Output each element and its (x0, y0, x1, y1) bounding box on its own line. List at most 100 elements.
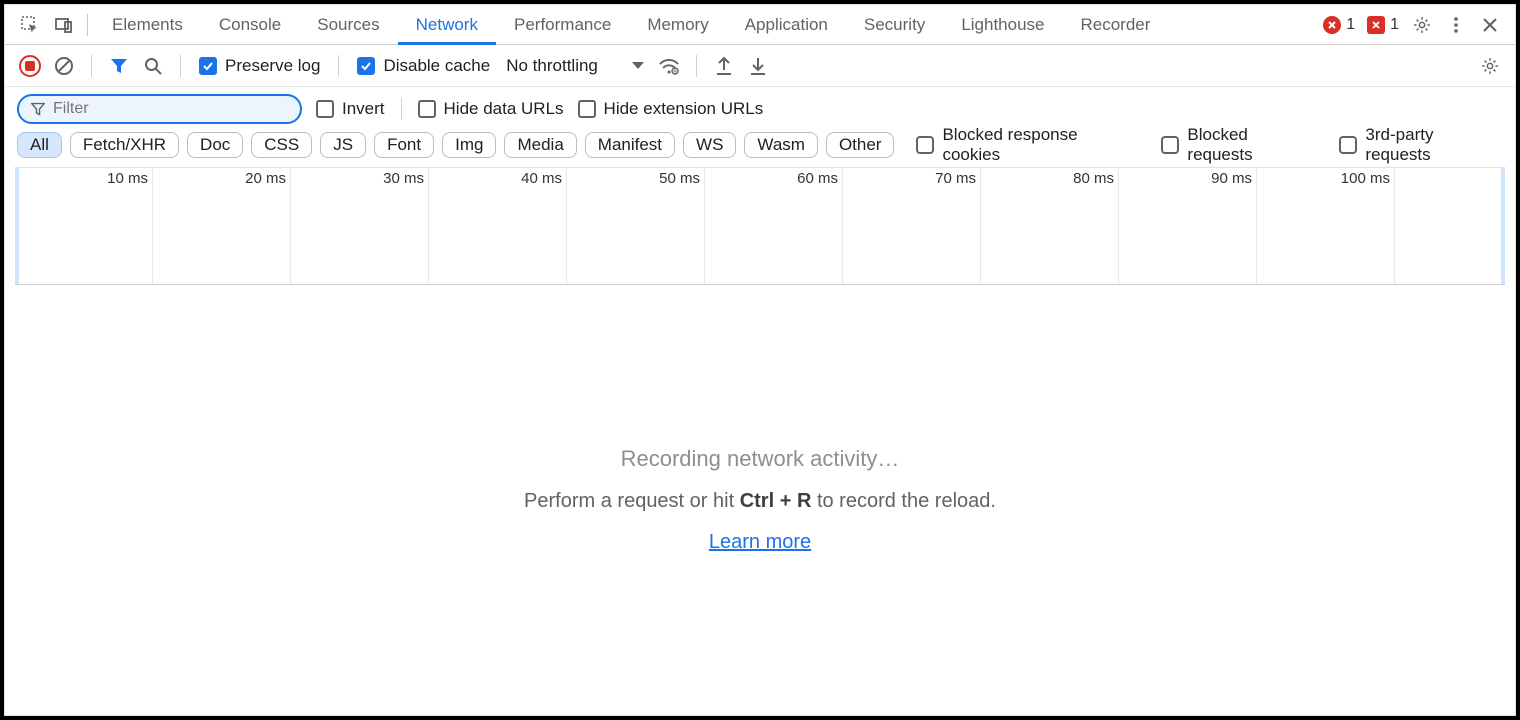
devtools-window: Elements Console Sources Network Perform… (4, 4, 1516, 716)
checkbox-checked-icon (199, 57, 217, 75)
empty-state: Recording network activity… Perform a re… (5, 285, 1515, 715)
checkbox-label: Disable cache (383, 56, 490, 76)
device-toolbar-icon[interactable] (47, 8, 81, 42)
tab-label: Recorder (1081, 15, 1151, 35)
tab-label: Elements (112, 15, 183, 35)
checkbox-empty-icon (1161, 136, 1179, 154)
throttling-select[interactable]: No throttling (506, 56, 644, 76)
disable-cache-checkbox[interactable]: Disable cache (357, 56, 490, 76)
main-tabstrip: Elements Console Sources Network Perform… (5, 5, 1515, 45)
issues-icon (1367, 16, 1385, 34)
filter-icon[interactable] (104, 51, 134, 81)
type-pill-js[interactable]: JS (320, 132, 366, 158)
checkbox-empty-icon (916, 136, 934, 154)
blocked-response-cookies-checkbox[interactable]: Blocked response cookies (916, 125, 1139, 165)
hide-data-urls-checkbox[interactable]: Hide data URLs (418, 99, 564, 119)
tab-label: Sources (317, 15, 379, 35)
type-pill-css[interactable]: CSS (251, 132, 312, 158)
tab-console[interactable]: Console (201, 5, 299, 44)
tab-recorder[interactable]: Recorder (1063, 5, 1169, 44)
type-pill-media[interactable]: Media (504, 132, 576, 158)
tab-network[interactable]: Network (398, 5, 496, 44)
type-pill-wasm[interactable]: Wasm (744, 132, 818, 158)
type-pill-all[interactable]: All (17, 132, 62, 158)
tab-label: Memory (647, 15, 708, 35)
filter-input[interactable] (53, 100, 288, 118)
timeline-tick: 100 ms (1341, 170, 1390, 187)
type-pill-doc[interactable]: Doc (187, 132, 243, 158)
network-toolbar: Preserve log Disable cache No throttling (5, 45, 1515, 87)
timeline-handle-right[interactable] (1501, 168, 1505, 284)
timeline-tick: 50 ms (659, 170, 700, 187)
checkbox-empty-icon (316, 100, 334, 118)
type-pill-ws[interactable]: WS (683, 132, 736, 158)
funnel-icon (31, 102, 45, 116)
type-pill-fetch-xhr[interactable]: Fetch/XHR (70, 132, 179, 158)
learn-more-link[interactable]: Learn more (709, 531, 811, 554)
search-icon[interactable] (138, 51, 168, 81)
record-button[interactable] (15, 51, 45, 81)
filter-bar: Invert Hide data URLs Hide extension URL… (5, 87, 1515, 127)
tab-label: Performance (514, 15, 611, 35)
tab-label: Network (416, 15, 478, 35)
tab-application[interactable]: Application (727, 5, 846, 44)
settings-icon[interactable] (1405, 8, 1439, 42)
blocked-requests-checkbox[interactable]: Blocked requests (1161, 125, 1317, 165)
tab-elements[interactable]: Elements (94, 5, 201, 44)
type-pill-font[interactable]: Font (374, 132, 434, 158)
export-har-icon[interactable] (743, 51, 773, 81)
tab-performance[interactable]: Performance (496, 5, 629, 44)
checkbox-label: Blocked response cookies (942, 125, 1139, 165)
checkbox-label: Hide extension URLs (604, 99, 764, 119)
timeline-tick: 30 ms (383, 170, 424, 187)
checkbox-empty-icon (418, 100, 436, 118)
issues-count[interactable]: 1 (1367, 16, 1399, 34)
tab-memory[interactable]: Memory (629, 5, 726, 44)
timeline-grid: 10 ms 20 ms 30 ms 40 ms 50 ms 60 ms 70 m… (15, 168, 1505, 284)
network-conditions-icon[interactable] (654, 51, 684, 81)
inspect-element-icon[interactable] (13, 8, 47, 42)
empty-hint-pre: Perform a request or hit (524, 490, 740, 512)
empty-hint: Perform a request or hit Ctrl + R to rec… (524, 490, 996, 513)
divider (180, 55, 181, 77)
checkbox-label: Blocked requests (1187, 125, 1317, 165)
tab-lighthouse[interactable]: Lighthouse (943, 5, 1062, 44)
tab-label: Lighthouse (961, 15, 1044, 35)
timeline-tick: 40 ms (521, 170, 562, 187)
request-type-filter: All Fetch/XHR Doc CSS JS Font Img Media … (5, 127, 1515, 167)
checkbox-label: Invert (342, 99, 385, 119)
error-count[interactable]: 1 (1323, 16, 1355, 34)
divider (338, 55, 339, 77)
filter-input-wrapper[interactable] (17, 94, 302, 124)
checkbox-empty-icon (578, 100, 596, 118)
timeline-tick: 70 ms (935, 170, 976, 187)
throttling-value: No throttling (506, 56, 598, 76)
more-icon[interactable] (1439, 8, 1473, 42)
hide-extension-urls-checkbox[interactable]: Hide extension URLs (578, 99, 764, 119)
tab-sources[interactable]: Sources (299, 5, 397, 44)
tab-security[interactable]: Security (846, 5, 943, 44)
clear-icon[interactable] (49, 51, 79, 81)
third-party-requests-checkbox[interactable]: 3rd-party requests (1339, 125, 1503, 165)
preserve-log-checkbox[interactable]: Preserve log (199, 56, 320, 76)
type-pill-img[interactable]: Img (442, 132, 496, 158)
type-pill-other[interactable]: Other (826, 132, 895, 158)
divider (401, 98, 402, 120)
empty-heading: Recording network activity… (621, 446, 900, 472)
error-count-value: 1 (1346, 16, 1355, 34)
panel-tabs: Elements Console Sources Network Perform… (94, 5, 1168, 44)
timeline-tick: 20 ms (245, 170, 286, 187)
type-pill-manifest[interactable]: Manifest (585, 132, 675, 158)
error-icon (1323, 16, 1341, 34)
checkbox-empty-icon (1339, 136, 1357, 154)
divider (696, 55, 697, 77)
timeline-tick: 10 ms (107, 170, 148, 187)
network-settings-icon[interactable] (1475, 51, 1505, 81)
tab-label: Application (745, 15, 828, 35)
close-icon[interactable] (1473, 8, 1507, 42)
timeline-overview[interactable]: 10 ms 20 ms 30 ms 40 ms 50 ms 60 ms 70 m… (15, 167, 1505, 285)
import-har-icon[interactable] (709, 51, 739, 81)
invert-checkbox[interactable]: Invert (316, 99, 385, 119)
empty-hint-post: to record the reload. (811, 490, 996, 512)
timeline-tick: 60 ms (797, 170, 838, 187)
